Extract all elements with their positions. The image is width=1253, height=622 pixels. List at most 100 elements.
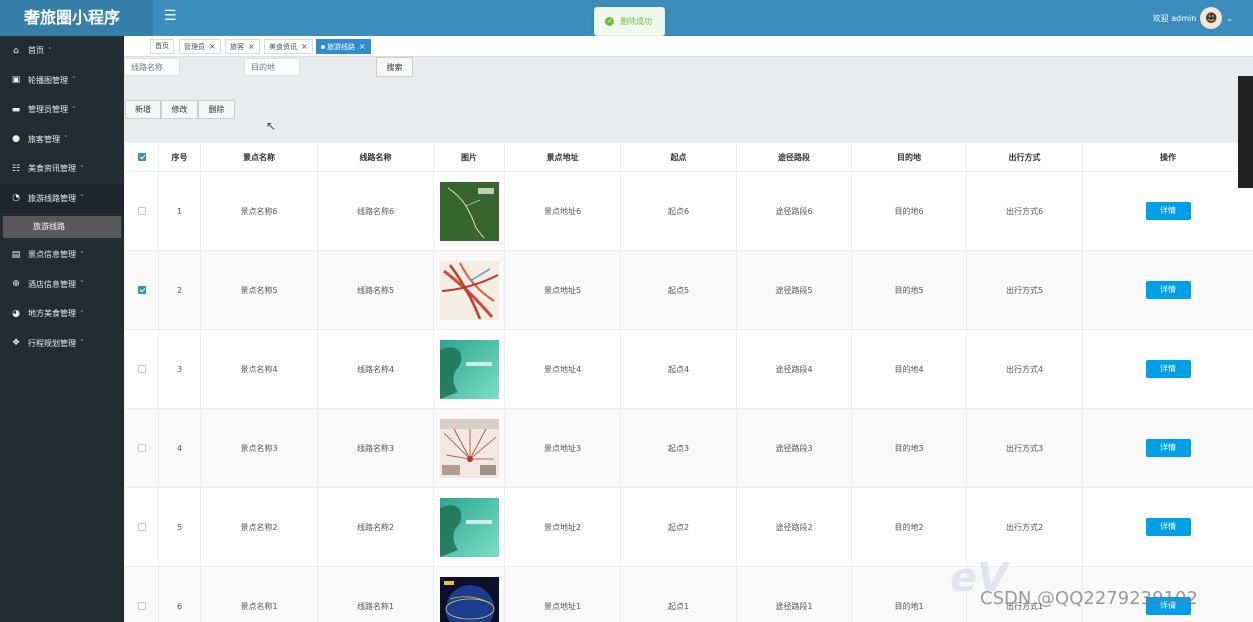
sidebar-item-label: 景点信息管理 xyxy=(28,250,76,260)
cell-spot: 景点名称6 xyxy=(200,171,318,251)
close-icon[interactable]: × xyxy=(301,42,308,51)
sidebar-item-5[interactable]: ◔ 旅游线路管理 ˄ xyxy=(0,183,124,213)
sidebar-item-1[interactable]: ▣ 轮播图管理 ˅ xyxy=(0,66,124,96)
avatar[interactable]: ☻ xyxy=(1200,7,1223,29)
row-checkbox[interactable] xyxy=(137,286,146,294)
chevron-down-icon: ˅ xyxy=(72,76,76,85)
actions-cell: 详情 xyxy=(1082,250,1253,330)
cell-spot: 景点名称3 xyxy=(200,408,318,488)
select-all-checkbox[interactable] xyxy=(137,153,146,161)
cell-mode: 出行方式5 xyxy=(966,250,1083,330)
table-row: 5 景点名称2 线路名称2 景点地址2 起点2 途径路段2 目的地2 出行方式2 详情 xyxy=(124,487,1253,567)
sidebar-item-3[interactable]: ● 旅客管理 ˅ xyxy=(0,125,124,155)
cell-start: 起点3 xyxy=(620,408,737,488)
sidebar-item-2[interactable]: ▬ 管理员管理 ˅ xyxy=(0,95,124,125)
row-checkbox[interactable] xyxy=(137,444,146,452)
sidebar-item-4[interactable]: ☷ 美食资讯管理 ˅ xyxy=(0,154,124,184)
sidebar-item-8[interactable]: ◕ 地方美食管理 ˅ xyxy=(0,299,124,329)
row-checkbox[interactable] xyxy=(137,207,146,215)
close-icon[interactable]: × xyxy=(248,42,255,51)
card-icon: ▬ xyxy=(11,104,21,115)
cell-route: 线路名称1 xyxy=(317,566,434,622)
column-header: 出行方式 xyxy=(966,142,1083,172)
column-header: 途径路段 xyxy=(736,142,852,172)
column-header: 起点 xyxy=(620,142,737,172)
gift-icon: ▤ xyxy=(11,249,21,260)
globe-icon: ⊕ xyxy=(12,279,20,290)
add-button[interactable]: 新增 xyxy=(125,100,161,119)
chevron-down-icon: ˅ xyxy=(80,280,84,289)
row-checkbox-cell[interactable] xyxy=(124,566,159,622)
chevron-down-icon[interactable]: ⌄ xyxy=(1226,14,1233,23)
cell-mode: 出行方式6 xyxy=(966,171,1083,251)
tab-4[interactable]: 旅游线路 × xyxy=(316,39,371,54)
welcome-text: 欢迎 admin xyxy=(1152,13,1197,23)
column-header: 景点地址 xyxy=(504,142,621,172)
row-checkbox-cell[interactable] xyxy=(124,250,159,330)
column-header: 操作 xyxy=(1082,142,1253,172)
sidebar-item-0[interactable]: ⌂ 首页 ˅ xyxy=(0,36,124,66)
detail-button[interactable]: 详情 xyxy=(1145,281,1191,299)
sidebar-item-label: 酒店信息管理 xyxy=(28,279,76,289)
route-image-cell xyxy=(433,408,505,488)
detail-button[interactable]: 详情 xyxy=(1145,518,1191,536)
user-menu[interactable]: 欢迎 admin ☻ ⌄ xyxy=(1153,4,1233,32)
tab-2[interactable]: 旅客 × xyxy=(225,39,260,54)
tab-3[interactable]: 美食资讯 × xyxy=(264,39,313,54)
tab-label: 旅客 xyxy=(230,43,244,51)
cell-route: 线路名称2 xyxy=(317,487,434,567)
cell-via: 途径路段1 xyxy=(736,566,852,622)
search-button[interactable]: 搜索 xyxy=(376,57,413,77)
row-checkbox-cell[interactable] xyxy=(124,171,159,251)
hamburger-icon[interactable]: ☰ xyxy=(164,8,177,24)
active-dot-icon xyxy=(321,45,325,49)
delete-button[interactable]: 删除 xyxy=(198,100,235,119)
cell-via: 途径路段5 xyxy=(736,250,852,330)
chevron-down-icon: ˅ xyxy=(80,164,84,173)
row-checkbox-cell[interactable] xyxy=(124,487,159,567)
cell-spot: 景点名称4 xyxy=(200,329,318,409)
sidebar-item-9[interactable]: ❖ 行程规划管理 ˅ xyxy=(0,329,124,359)
cell-start: 起点2 xyxy=(620,487,737,567)
side-scroll-handle[interactable] xyxy=(1238,76,1253,188)
table-row: 4 景点名称3 线路名称3 景点地址3 起点3 途径路段3 目的地3 出行方式3 详情 xyxy=(124,408,1253,488)
chevron-down-icon: ˅ xyxy=(72,105,76,114)
tab-label: 首页 xyxy=(155,42,169,50)
close-icon[interactable]: × xyxy=(359,42,366,51)
cell-no: 4 xyxy=(158,408,201,488)
detail-button[interactable]: 详情 xyxy=(1145,202,1191,220)
sidebar-item-label: 轮播图管理 xyxy=(28,75,68,85)
detail-button[interactable]: 详情 xyxy=(1145,439,1191,457)
home-icon: ⌂ xyxy=(13,45,19,56)
row-checkbox-cell[interactable] xyxy=(124,408,159,488)
row-checkbox[interactable] xyxy=(137,602,146,610)
route-thumbnail-image xyxy=(439,497,499,557)
detail-button[interactable]: 详情 xyxy=(1145,360,1191,378)
tab-0[interactable]: 首页 xyxy=(150,39,174,54)
cell-mode: 出行方式3 xyxy=(966,408,1083,488)
sidebar-item-7[interactable]: ⊕ 酒店信息管理 ˅ xyxy=(0,270,124,300)
apps-icon: ❖ xyxy=(11,338,21,349)
route-image-cell xyxy=(433,487,505,567)
tab-1[interactable]: 管理员 × xyxy=(179,39,221,54)
cell-no: 6 xyxy=(158,566,201,622)
chevron-down-icon: ˅ xyxy=(64,135,68,144)
row-checkbox-cell[interactable] xyxy=(124,329,159,409)
table-row: 3 景点名称4 线路名称4 景点地址4 起点4 途径路段4 目的地4 出行方式4 详情 xyxy=(124,329,1253,409)
submenu-item-active[interactable]: 旅游线路 xyxy=(3,215,121,238)
cell-spot: 景点名称5 xyxy=(200,250,318,330)
row-checkbox[interactable] xyxy=(137,523,146,531)
table-header-row: 序号 景点名称 线路名称 图片 景点地址 起点 途径路段 目的地 出行方式 操作 xyxy=(124,142,1253,172)
cell-dest: 目的地6 xyxy=(851,171,967,251)
edit-button[interactable]: 修改 xyxy=(161,100,198,119)
sidebar-item-6[interactable]: ▤ 景点信息管理 ˅ xyxy=(0,240,124,270)
row-checkbox[interactable] xyxy=(137,365,146,373)
cell-start: 起点5 xyxy=(620,250,737,330)
route-name-input[interactable] xyxy=(124,58,180,76)
cell-start: 起点4 xyxy=(620,329,737,409)
close-icon[interactable]: × xyxy=(209,42,216,51)
destination-input[interactable] xyxy=(244,58,300,76)
select-all-checkbox-cell[interactable] xyxy=(124,142,159,172)
sidebar-item-label: 首页 xyxy=(28,46,44,56)
tab-bar: 首页 管理员 × 旅客 × 美食资讯 × 旅游线路 × xyxy=(124,36,1253,57)
